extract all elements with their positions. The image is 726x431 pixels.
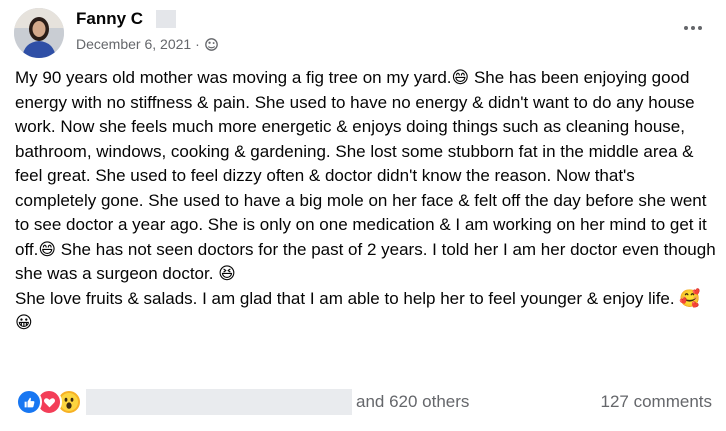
reactions-count[interactable]: and 620 others: [356, 392, 469, 412]
post-paragraph: My 90 years old mother was moving a fig …: [15, 68, 716, 283]
more-options-icon[interactable]: [680, 18, 706, 38]
author-name-redaction: [156, 10, 176, 28]
post-date[interactable]: December 6, 2021 ·: [76, 36, 200, 52]
post-paragraph: She love fruits & salads. I am glad that…: [15, 288, 701, 333]
reaction-icons[interactable]: [16, 389, 82, 415]
post-meta: December 6, 2021 ·: [76, 36, 218, 52]
public-globe-icon[interactable]: [204, 37, 218, 51]
avatar-photo: [14, 8, 64, 58]
reaction-names-redaction: [86, 389, 352, 415]
comments-count[interactable]: 127 comments: [601, 392, 713, 412]
post-body: My 90 years old mother was moving a fig …: [15, 66, 717, 336]
like-reaction-icon: [16, 389, 42, 415]
facebook-post: Fanny C December 6, 2021 · My 90 years o…: [0, 0, 726, 431]
avatar[interactable]: [14, 8, 64, 58]
author-name[interactable]: Fanny C: [76, 9, 143, 29]
